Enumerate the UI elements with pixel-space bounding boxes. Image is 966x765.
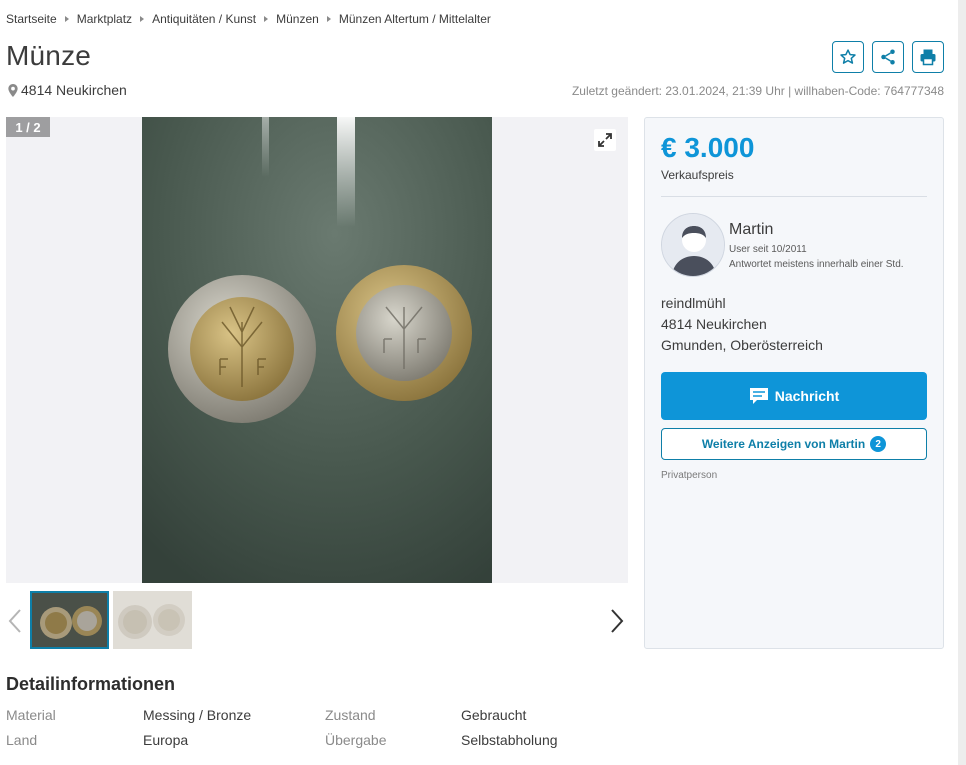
previous-image-button[interactable] (8, 608, 22, 639)
expand-icon (598, 133, 612, 147)
fullscreen-button[interactable] (594, 129, 616, 151)
seller-address-line-3: Gmunden, Oberösterreich (661, 337, 823, 353)
listing-location: 4814 Neukirchen (8, 82, 127, 98)
breadcrumb-item-marktplatz[interactable]: Marktplatz (77, 12, 132, 26)
more-listings-label: Weitere Anzeigen von Martin (701, 437, 866, 451)
image-counter: 1 / 2 (6, 117, 50, 137)
listing-meta: Zuletzt geändert: 23.01.2024, 21:39 Uhr … (571, 84, 944, 98)
thumbnail-2[interactable] (113, 591, 192, 649)
breadcrumb-item-antiquitaeten[interactable]: Antiquitäten / Kunst (152, 12, 256, 26)
detail-value-land: Europa (143, 732, 189, 748)
scrollbar[interactable] (958, 0, 966, 765)
detail-value-zustand: Gebraucht (461, 707, 527, 723)
message-button-label: Nachricht (774, 388, 840, 404)
chevron-left-icon (8, 609, 21, 633)
thumbnail-strip (0, 590, 632, 650)
detail-value-uebergabe: Selbstabholung (461, 732, 558, 748)
divider (661, 196, 927, 197)
seller-type: Privatperson (661, 470, 718, 481)
detail-label-uebergabe: Übergabe (325, 732, 387, 748)
favorite-button[interactable] (832, 41, 864, 73)
chevron-right-icon (611, 609, 624, 633)
share-icon (881, 49, 895, 65)
main-photo[interactable] (142, 117, 492, 583)
detail-value-material: Messing / Bronze (143, 707, 252, 723)
more-listings-button[interactable]: Weitere Anzeigen von Martin 2 (661, 428, 927, 460)
price-label: Verkaufspreis (661, 168, 734, 182)
seller-address-line-1: reindlmühl (661, 295, 726, 311)
breadcrumb-separator-icon (64, 16, 69, 22)
print-icon (920, 49, 936, 66)
next-image-button[interactable] (610, 608, 624, 639)
detail-label-land: Land (6, 732, 38, 748)
seller-address-line-2: 4814 Neukirchen (661, 316, 767, 332)
map-pin-icon (8, 83, 18, 97)
breadcrumb-item-startseite[interactable]: Startseite (6, 12, 57, 26)
avatar (661, 213, 725, 277)
star-icon (840, 49, 856, 64)
seller-since: User seit 10/2011 (729, 244, 807, 255)
more-listings-count-badge: 2 (870, 436, 887, 452)
seller-name: Martin (729, 221, 774, 238)
breadcrumb: Startseite Marktplatz Antiquitäten / Kun… (6, 12, 491, 26)
thumbnail-image (32, 593, 107, 647)
breadcrumb-separator-icon (264, 16, 269, 22)
price: € 3.000 (661, 132, 755, 163)
breadcrumb-item-muenzen[interactable]: Münzen (276, 12, 319, 26)
breadcrumb-item-muenzen-altertum[interactable]: Münzen Altertum / Mittelalter (339, 12, 491, 26)
detail-label-zustand: Zustand (325, 707, 376, 723)
print-button[interactable] (912, 41, 944, 73)
page-title: Münze (6, 40, 92, 71)
thumbnail-image (113, 591, 192, 649)
breadcrumb-separator-icon (326, 16, 331, 22)
user-avatar-icon (662, 214, 724, 276)
breadcrumb-separator-icon (140, 16, 145, 22)
listing-actions (832, 41, 944, 73)
location-text: 4814 Neukirchen (21, 82, 127, 98)
chat-icon (749, 388, 768, 404)
detail-label-material: Material (6, 707, 56, 723)
seller-response-time: Antwortet meistens innerhalb einer Std. (729, 259, 904, 270)
share-button[interactable] (872, 41, 904, 73)
details-heading: Detailinformationen (6, 674, 176, 694)
thumbnail-1[interactable] (30, 591, 109, 649)
message-button[interactable]: Nachricht (661, 372, 927, 420)
seller-box: € 3.000 Verkaufspreis Martin User seit 1… (644, 117, 944, 649)
image-gallery[interactable]: 1 / 2 (6, 117, 628, 583)
